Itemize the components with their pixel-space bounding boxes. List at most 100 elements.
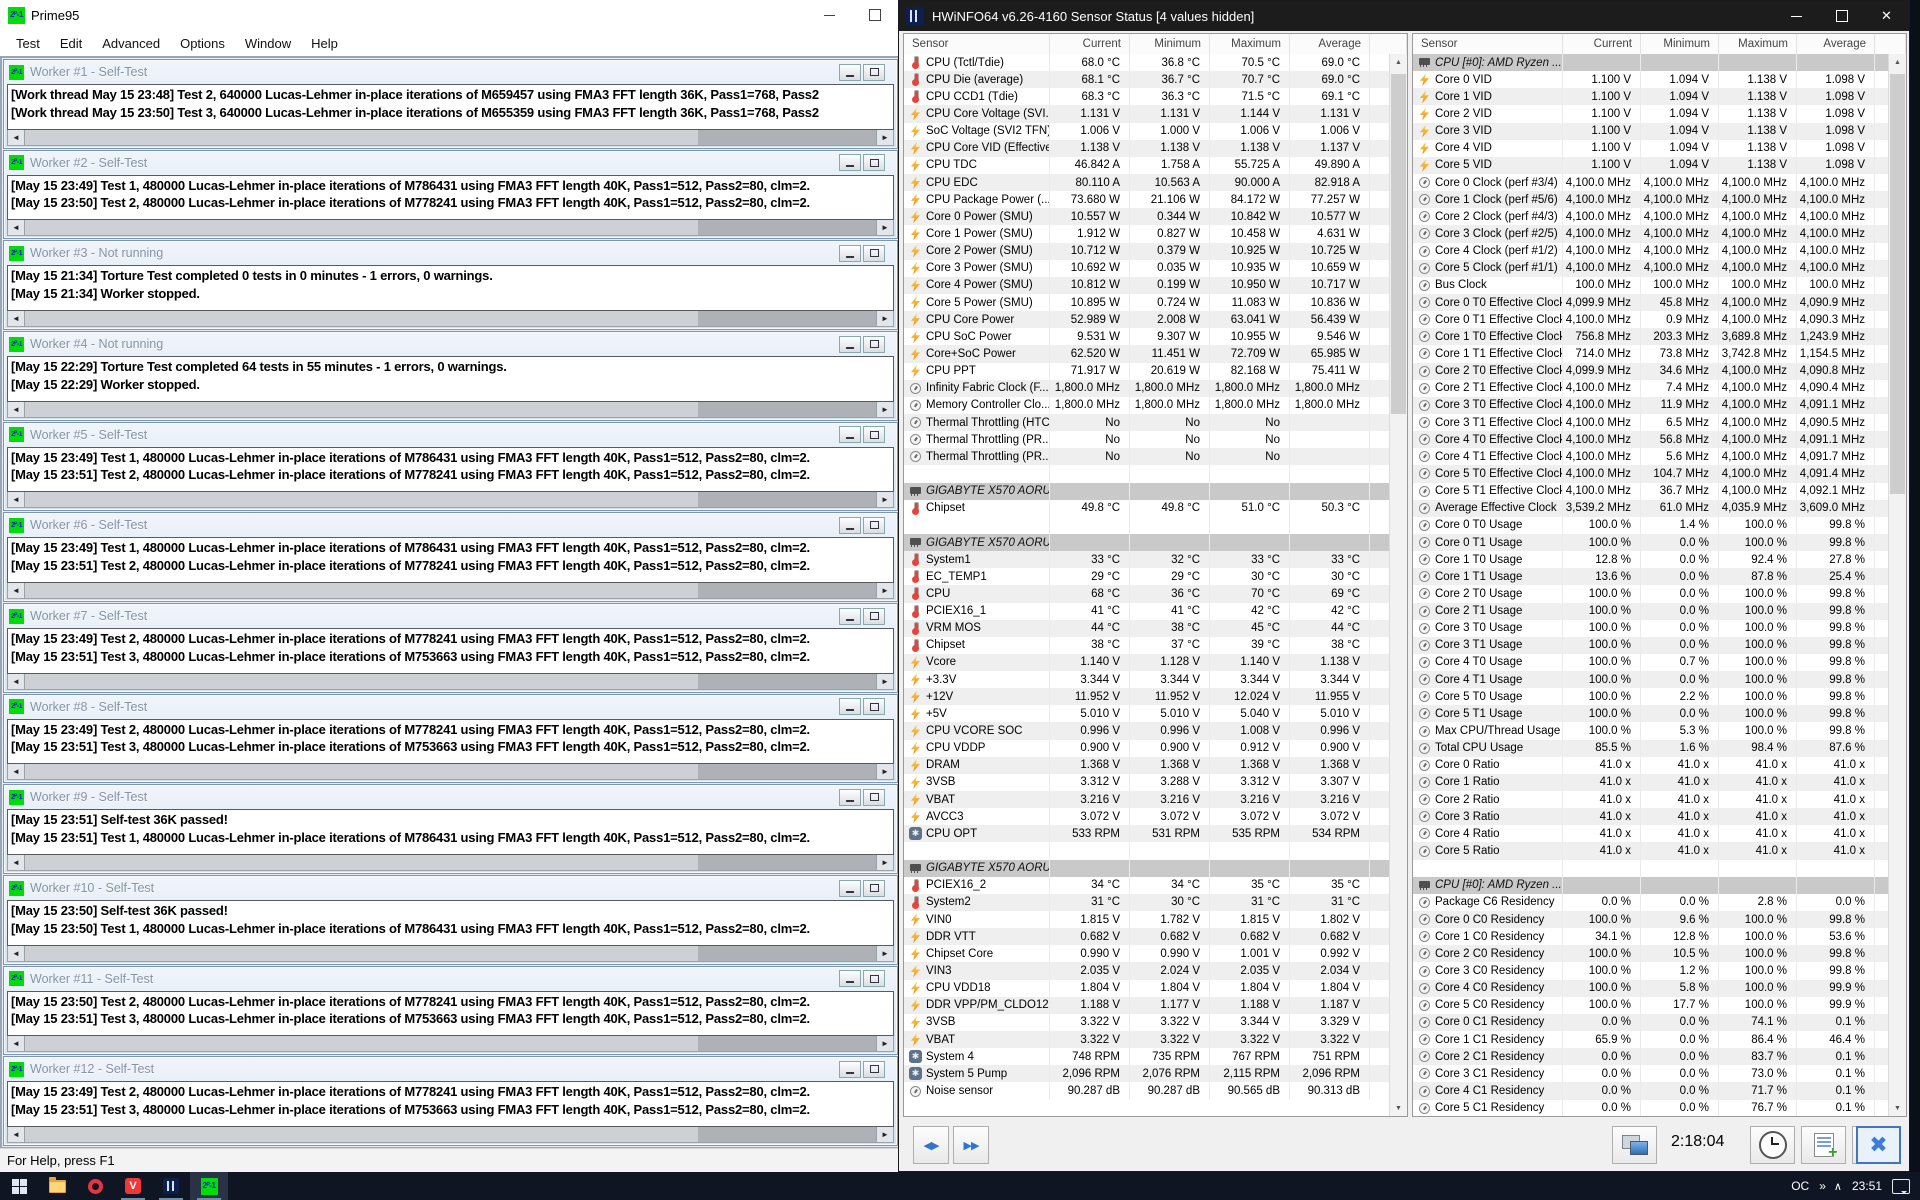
sensor-row[interactable]: +3.3V3.344 V3.344 V3.344 V3.344 V: [904, 671, 1390, 688]
sensor-section-row[interactable]: GIGABYTE X570 AORU...: [904, 483, 1390, 500]
sensor-row[interactable]: 3VSB3.322 V3.322 V3.344 V3.329 V: [904, 1014, 1390, 1031]
sensor-row[interactable]: Core 3 Ratio41.0 x41.0 x41.0 x41.0 x: [1413, 808, 1889, 825]
tray-clock[interactable]: 23:51: [1852, 1179, 1882, 1193]
worker-window[interactable]: 2ᴾ-1Worker #9 - Self-Test[May 15 23:51] …: [3, 784, 898, 874]
sensor-row[interactable]: System231 °C30 °C31 °C31 °C: [904, 894, 1390, 911]
worker-hscrollbar[interactable]: ◄►: [7, 220, 894, 236]
sensor-row[interactable]: Core 0 T1 Effective Clock4,100.0 MHz0.9 …: [1413, 311, 1889, 328]
scroll-left-icon[interactable]: ◄: [8, 855, 25, 870]
sensor-row[interactable]: VIN01.815 V1.782 V1.815 V1.802 V: [904, 911, 1390, 928]
column-header-average[interactable]: Average: [1797, 34, 1875, 54]
worker-maximize-button[interactable]: [863, 698, 885, 715]
sensor-row[interactable]: DDR VPP/PM_CLDO121.188 V1.177 V1.188 V1.…: [904, 997, 1390, 1014]
scroll-left-icon[interactable]: ◄: [8, 311, 25, 326]
worker-minimize-button[interactable]: [839, 698, 861, 715]
worker-hscrollbar[interactable]: ◄►: [7, 1127, 894, 1143]
sensor-row[interactable]: Core 1 T0 Effective Clock756.8 MHz203.3 …: [1413, 328, 1889, 345]
scroll-thumb[interactable]: [1391, 74, 1406, 414]
worker-hscrollbar[interactable]: ◄►: [7, 764, 894, 780]
sensor-row[interactable]: CPU Die (average)68.1 °C36.7 °C70.7 °C69…: [904, 71, 1390, 88]
worker-titlebar[interactable]: 2ᴾ-1Worker #7 - Self-Test: [4, 604, 897, 627]
sensor-row[interactable]: PCIEX16_234 °C34 °C35 °C35 °C: [904, 877, 1390, 894]
sensor-row[interactable]: AVCC33.072 V3.072 V3.072 V3.072 V: [904, 808, 1390, 825]
sensor-row[interactable]: Core 4 T1 Usage100.0 %0.0 %100.0 %99.8 %: [1413, 671, 1889, 688]
scroll-track[interactable]: [698, 402, 876, 417]
sensor-row[interactable]: Infinity Fabric Clock (F...1,800.0 MHz1,…: [904, 380, 1390, 397]
scroll-up-icon[interactable]: ▲: [1889, 54, 1906, 70]
clock-button[interactable]: [1750, 1126, 1795, 1164]
scroll-thumb[interactable]: [25, 220, 698, 235]
column-headers[interactable]: SensorCurrentMinimumMaximumAverage: [1413, 34, 1906, 55]
sensor-row[interactable]: Core 3 T0 Effective Clock4,100.0 MHz11.9…: [1413, 397, 1889, 414]
sensor-row[interactable]: CPU VDD181.804 V1.804 V1.804 V1.804 V: [904, 980, 1390, 997]
sensor-row[interactable]: Core 2 T0 Effective Clock4,099.9 MHz34.6…: [1413, 363, 1889, 380]
maximize-button[interactable]: [1819, 1, 1864, 31]
scroll-thumb[interactable]: [25, 492, 698, 507]
sensor-row[interactable]: Memory Controller Clo...1,800.0 MHz1,800…: [904, 397, 1390, 414]
scroll-thumb[interactable]: [25, 674, 698, 689]
worker-minimize-button[interactable]: [839, 336, 861, 353]
worker-maximize-button[interactable]: [863, 64, 885, 81]
sensor-row[interactable]: Core 4 Power (SMU)10.812 W0.199 W10.950 …: [904, 277, 1390, 294]
sensor-row[interactable]: Noise sensor90.287 dB90.287 dB90.565 dB9…: [904, 1082, 1390, 1099]
column-header-current[interactable]: Current: [1563, 34, 1641, 54]
sensor-row[interactable]: Core 1 T1 Effective Clock714.0 MHz73.8 M…: [1413, 345, 1889, 362]
column-headers[interactable]: SensorCurrentMinimumMaximumAverage: [904, 34, 1407, 55]
sensor-row[interactable]: Core 4 C0 Residency100.0 %5.8 %100.0 %99…: [1413, 980, 1889, 997]
worker-window[interactable]: 2ᴾ-1Worker #2 - Self-Test[May 15 23:49] …: [3, 150, 898, 240]
worker-maximize-button[interactable]: [863, 336, 885, 353]
sensor-row[interactable]: Core 0 C0 Residency100.0 %9.6 %100.0 %99…: [1413, 911, 1889, 928]
worker-window[interactable]: 2ᴾ-1Worker #10 - Self-Test[May 15 23:50]…: [3, 875, 898, 965]
scroll-right-icon[interactable]: ►: [876, 855, 893, 870]
sensor-row[interactable]: Core 0 T0 Usage100.0 %1.4 %100.0 %99.8 %: [1413, 517, 1889, 534]
sensor-row[interactable]: CPU VDDP0.900 V0.900 V0.912 V0.900 V: [904, 740, 1390, 757]
sensor-row[interactable]: System 5 Pump2,096 RPM2,076 RPM2,115 RPM…: [904, 1065, 1390, 1082]
blank-row[interactable]: [904, 842, 1390, 859]
taskbar-file-explorer[interactable]: [38, 1172, 76, 1200]
sensor-row[interactable]: Max CPU/Thread Usage100.0 %5.3 %100.0 %9…: [1413, 722, 1889, 739]
scroll-up-icon[interactable]: ▲: [1390, 54, 1407, 70]
worker-window[interactable]: 2ᴾ-1Worker #12 - Self-Test[May 15 23:49]…: [3, 1056, 898, 1146]
sensor-row[interactable]: Core+SoC Power62.520 W11.451 W72.709 W65…: [904, 345, 1390, 362]
scroll-right-icon[interactable]: ►: [876, 220, 893, 235]
scrollbar[interactable]: ▲ ▼: [1888, 54, 1906, 1116]
sensor-row[interactable]: Core 2 VID1.100 V1.094 V1.138 V1.098 V: [1413, 105, 1889, 122]
sensor-row[interactable]: Core 2 Clock (perf #4/3)4,100.0 MHz4,100…: [1413, 208, 1889, 225]
menu-item-advanced[interactable]: Advanced: [92, 32, 170, 55]
scroll-down-icon[interactable]: ▼: [1390, 1100, 1407, 1116]
sensor-row[interactable]: Core 1 T1 Usage13.6 %0.0 %87.8 %25.4 %: [1413, 568, 1889, 585]
scroll-thumb[interactable]: [25, 946, 698, 961]
prime95-titlebar[interactable]: 2ᴾ-1 Prime95: [0, 0, 898, 30]
sensor-row[interactable]: CPU Package Power (...73.680 W21.106 W84…: [904, 191, 1390, 208]
move-left-right-button[interactable]: ◀▶: [913, 1126, 949, 1164]
scroll-right-icon[interactable]: ►: [876, 674, 893, 689]
worker-hscrollbar[interactable]: ◄►: [7, 674, 894, 690]
scroll-left-icon[interactable]: ◄: [8, 1127, 25, 1142]
sensor-row[interactable]: Thermal Throttling (PR...NoNoNo: [904, 431, 1390, 448]
sensor-row[interactable]: CPU OPT533 RPM531 RPM535 RPM534 RPM: [904, 825, 1390, 842]
menu-item-help[interactable]: Help: [301, 32, 348, 55]
remote-monitoring-button[interactable]: [1612, 1126, 1657, 1164]
close-sensors-button[interactable]: ✖: [1856, 1126, 1901, 1164]
worker-titlebar[interactable]: 2ᴾ-1Worker #10 - Self-Test: [4, 876, 897, 899]
menu-item-edit[interactable]: Edit: [50, 32, 92, 55]
column-header-sensor[interactable]: Sensor: [1413, 34, 1563, 54]
scroll-thumb[interactable]: [25, 583, 698, 598]
hwinfo-titlebar[interactable]: HWiNFO64 v6.26-4160 Sensor Status [4 val…: [899, 1, 1909, 31]
worker-hscrollbar[interactable]: ◄►: [7, 946, 894, 962]
worker-window[interactable]: 2ᴾ-1Worker #11 - Self-Test[May 15 23:50]…: [3, 966, 898, 1056]
sensor-row[interactable]: Core 5 Clock (perf #1/1)4,100.0 MHz4,100…: [1413, 260, 1889, 277]
sensor-row[interactable]: Core 5 T1 Usage100.0 %0.0 %100.0 %99.8 %: [1413, 705, 1889, 722]
sensor-row[interactable]: Core 0 T1 Usage100.0 %0.0 %100.0 %99.8 %: [1413, 534, 1889, 551]
sensor-row[interactable]: Core 5 T1 Effective Clock4,100.0 MHz36.7…: [1413, 483, 1889, 500]
sensor-row[interactable]: Core 1 C1 Residency65.9 %0.0 %86.4 %46.4…: [1413, 1031, 1889, 1048]
sensor-row[interactable]: Core 0 Ratio41.0 x41.0 x41.0 x41.0 x: [1413, 757, 1889, 774]
scroll-thumb[interactable]: [25, 311, 698, 326]
worker-titlebar[interactable]: 2ᴾ-1Worker #2 - Self-Test: [4, 151, 897, 174]
column-header-maximum[interactable]: Maximum: [1719, 34, 1797, 54]
sensor-row[interactable]: Core 5 VID1.100 V1.094 V1.138 V1.098 V: [1413, 157, 1889, 174]
worker-window[interactable]: 2ᴾ-1Worker #1 - Self-Test[Work thread Ma…: [3, 59, 898, 149]
scroll-right-icon[interactable]: ►: [876, 946, 893, 961]
worker-titlebar[interactable]: 2ᴾ-1Worker #5 - Self-Test: [4, 423, 897, 446]
scroll-track[interactable]: [698, 855, 876, 870]
